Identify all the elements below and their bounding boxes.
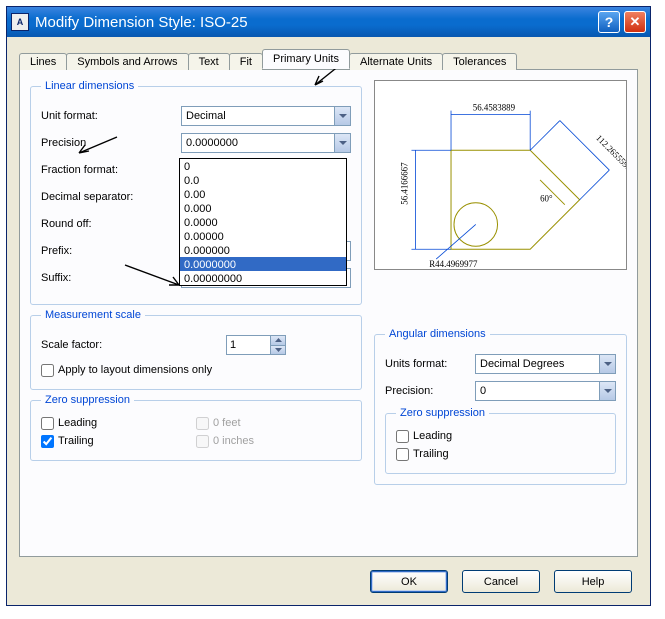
- preview-pane: 56.4166667 56.4583889 112.2655595 R44.49…: [374, 80, 627, 270]
- unit-format-combo[interactable]: Decimal: [181, 106, 351, 126]
- dialog-window: A Modify Dimension Style: ISO-25 ? ✕ Lin…: [6, 6, 651, 606]
- ang-precision-value: 0: [476, 385, 599, 397]
- precision-combo[interactable]: 0.0000000: [181, 133, 351, 153]
- chevron-down-icon[interactable]: [334, 107, 350, 125]
- zero-suppression-linear-group: Zero suppression Leading Trailing 0 feet…: [30, 394, 362, 461]
- decimal-separator-label: Decimal separator:: [41, 191, 181, 203]
- spinner-up-icon[interactable]: [270, 336, 285, 346]
- help-button[interactable]: Help: [554, 570, 632, 593]
- tab-tolerances[interactable]: Tolerances: [442, 53, 517, 70]
- inches-checkbox: 0 inches: [196, 432, 351, 450]
- trailing-check[interactable]: [41, 435, 54, 448]
- tab-panel: Linear dimensions Unit format: Decimal P…: [19, 69, 638, 557]
- tab-primary-units[interactable]: Primary Units: [262, 49, 350, 69]
- apply-layout-label: Apply to layout dimensions only: [58, 364, 212, 376]
- linear-dimensions-group: Linear dimensions Unit format: Decimal P…: [30, 80, 362, 305]
- precision-option[interactable]: 0.00000000: [180, 271, 346, 285]
- leading-check[interactable]: [41, 417, 54, 430]
- tab-fit[interactable]: Fit: [229, 53, 263, 70]
- content-area: Lines Symbols and Arrows Text Fit Primar…: [7, 37, 650, 605]
- titlebar[interactable]: A Modify Dimension Style: ISO-25 ? ✕: [7, 7, 650, 37]
- zero-suppression-angular-group: Zero suppression Leading Trailing: [385, 407, 616, 474]
- prefix-label: Prefix:: [41, 245, 181, 257]
- ang-leading-check[interactable]: [396, 430, 409, 443]
- apply-layout-check[interactable]: [41, 364, 54, 377]
- ang-precision-label: Precision:: [385, 385, 475, 397]
- ang-precision-combo[interactable]: 0: [475, 381, 616, 401]
- chevron-down-icon[interactable]: [334, 134, 350, 152]
- inches-label: 0 inches: [213, 435, 254, 447]
- round-off-label: Round off:: [41, 218, 181, 230]
- unit-format-label: Unit format:: [41, 110, 181, 122]
- precision-option[interactable]: 0.0: [180, 173, 346, 187]
- ang-trailing-label: Trailing: [413, 448, 449, 460]
- scale-factor-label: Scale factor:: [41, 339, 226, 351]
- help-titlebar-button[interactable]: ?: [598, 11, 620, 33]
- precision-value: 0.0000000: [182, 137, 334, 149]
- ang-units-format-label: Units format:: [385, 358, 475, 370]
- cancel-button[interactable]: Cancel: [462, 570, 540, 593]
- svg-text:112.2655595: 112.2655595: [594, 133, 626, 173]
- precision-option[interactable]: 0: [180, 159, 346, 173]
- svg-text:56.4166667: 56.4166667: [399, 162, 409, 205]
- ang-trailing-check[interactable]: [396, 448, 409, 461]
- ang-leading-checkbox[interactable]: Leading: [396, 427, 605, 445]
- spinner-down-icon[interactable]: [270, 346, 285, 355]
- chevron-down-icon[interactable]: [599, 382, 615, 400]
- ang-units-format-value: Decimal Degrees: [476, 358, 599, 370]
- svg-text:56.4583889: 56.4583889: [473, 103, 516, 113]
- feet-label: 0 feet: [213, 417, 241, 429]
- tab-strip: Lines Symbols and Arrows Text Fit Primar…: [19, 47, 638, 69]
- angular-dimensions-group: Angular dimensions Units format: Decimal…: [374, 328, 627, 485]
- precision-dropdown-list[interactable]: 0 0.0 0.00 0.000 0.0000 0.00000 0.000000…: [179, 158, 347, 286]
- precision-option[interactable]: 0.00: [180, 187, 346, 201]
- tab-alternate-units[interactable]: Alternate Units: [349, 53, 443, 70]
- angular-legend: Angular dimensions: [385, 328, 490, 340]
- leading-checkbox[interactable]: Leading: [41, 414, 196, 432]
- chevron-down-icon[interactable]: [599, 355, 615, 373]
- tab-text[interactable]: Text: [188, 53, 230, 70]
- feet-check: [196, 417, 209, 430]
- suffix-label: Suffix:: [41, 272, 181, 284]
- precision-option-selected[interactable]: 0.0000000: [180, 257, 346, 271]
- precision-option[interactable]: 0.000000: [180, 243, 346, 257]
- ok-button[interactable]: OK: [370, 570, 448, 593]
- measurement-legend: Measurement scale: [41, 309, 145, 321]
- button-bar: OK Cancel Help: [370, 570, 632, 593]
- trailing-label: Trailing: [58, 435, 94, 447]
- app-icon: A: [11, 13, 29, 31]
- ang-leading-label: Leading: [413, 430, 452, 442]
- close-button[interactable]: ✕: [624, 11, 646, 33]
- ang-trailing-checkbox[interactable]: Trailing: [396, 445, 605, 463]
- inches-check: [196, 435, 209, 448]
- trailing-checkbox[interactable]: Trailing: [41, 432, 196, 450]
- ang-units-format-combo[interactable]: Decimal Degrees: [475, 354, 616, 374]
- linear-legend: Linear dimensions: [41, 80, 138, 92]
- scale-factor-spinner[interactable]: [226, 335, 286, 355]
- unit-format-value: Decimal: [182, 110, 334, 122]
- tab-symbols-arrows[interactable]: Symbols and Arrows: [66, 53, 188, 70]
- feet-checkbox: 0 feet: [196, 414, 351, 432]
- fraction-format-label: Fraction format:: [41, 164, 181, 176]
- precision-option[interactable]: 0.000: [180, 201, 346, 215]
- tab-lines[interactable]: Lines: [19, 53, 67, 70]
- svg-text:60°: 60°: [540, 194, 553, 204]
- zero-lin-legend: Zero suppression: [41, 394, 134, 406]
- window-title: Modify Dimension Style: ISO-25: [35, 14, 594, 31]
- precision-label: Precision: [41, 137, 181, 149]
- zero-ang-legend: Zero suppression: [396, 407, 489, 419]
- scale-factor-value[interactable]: [227, 339, 270, 351]
- leading-label: Leading: [58, 417, 97, 429]
- measurement-scale-group: Measurement scale Scale factor:: [30, 309, 362, 390]
- apply-layout-checkbox[interactable]: Apply to layout dimensions only: [41, 361, 351, 379]
- precision-option[interactable]: 0.0000: [180, 215, 346, 229]
- precision-option[interactable]: 0.00000: [180, 229, 346, 243]
- svg-text:R44.4969977: R44.4969977: [429, 259, 478, 269]
